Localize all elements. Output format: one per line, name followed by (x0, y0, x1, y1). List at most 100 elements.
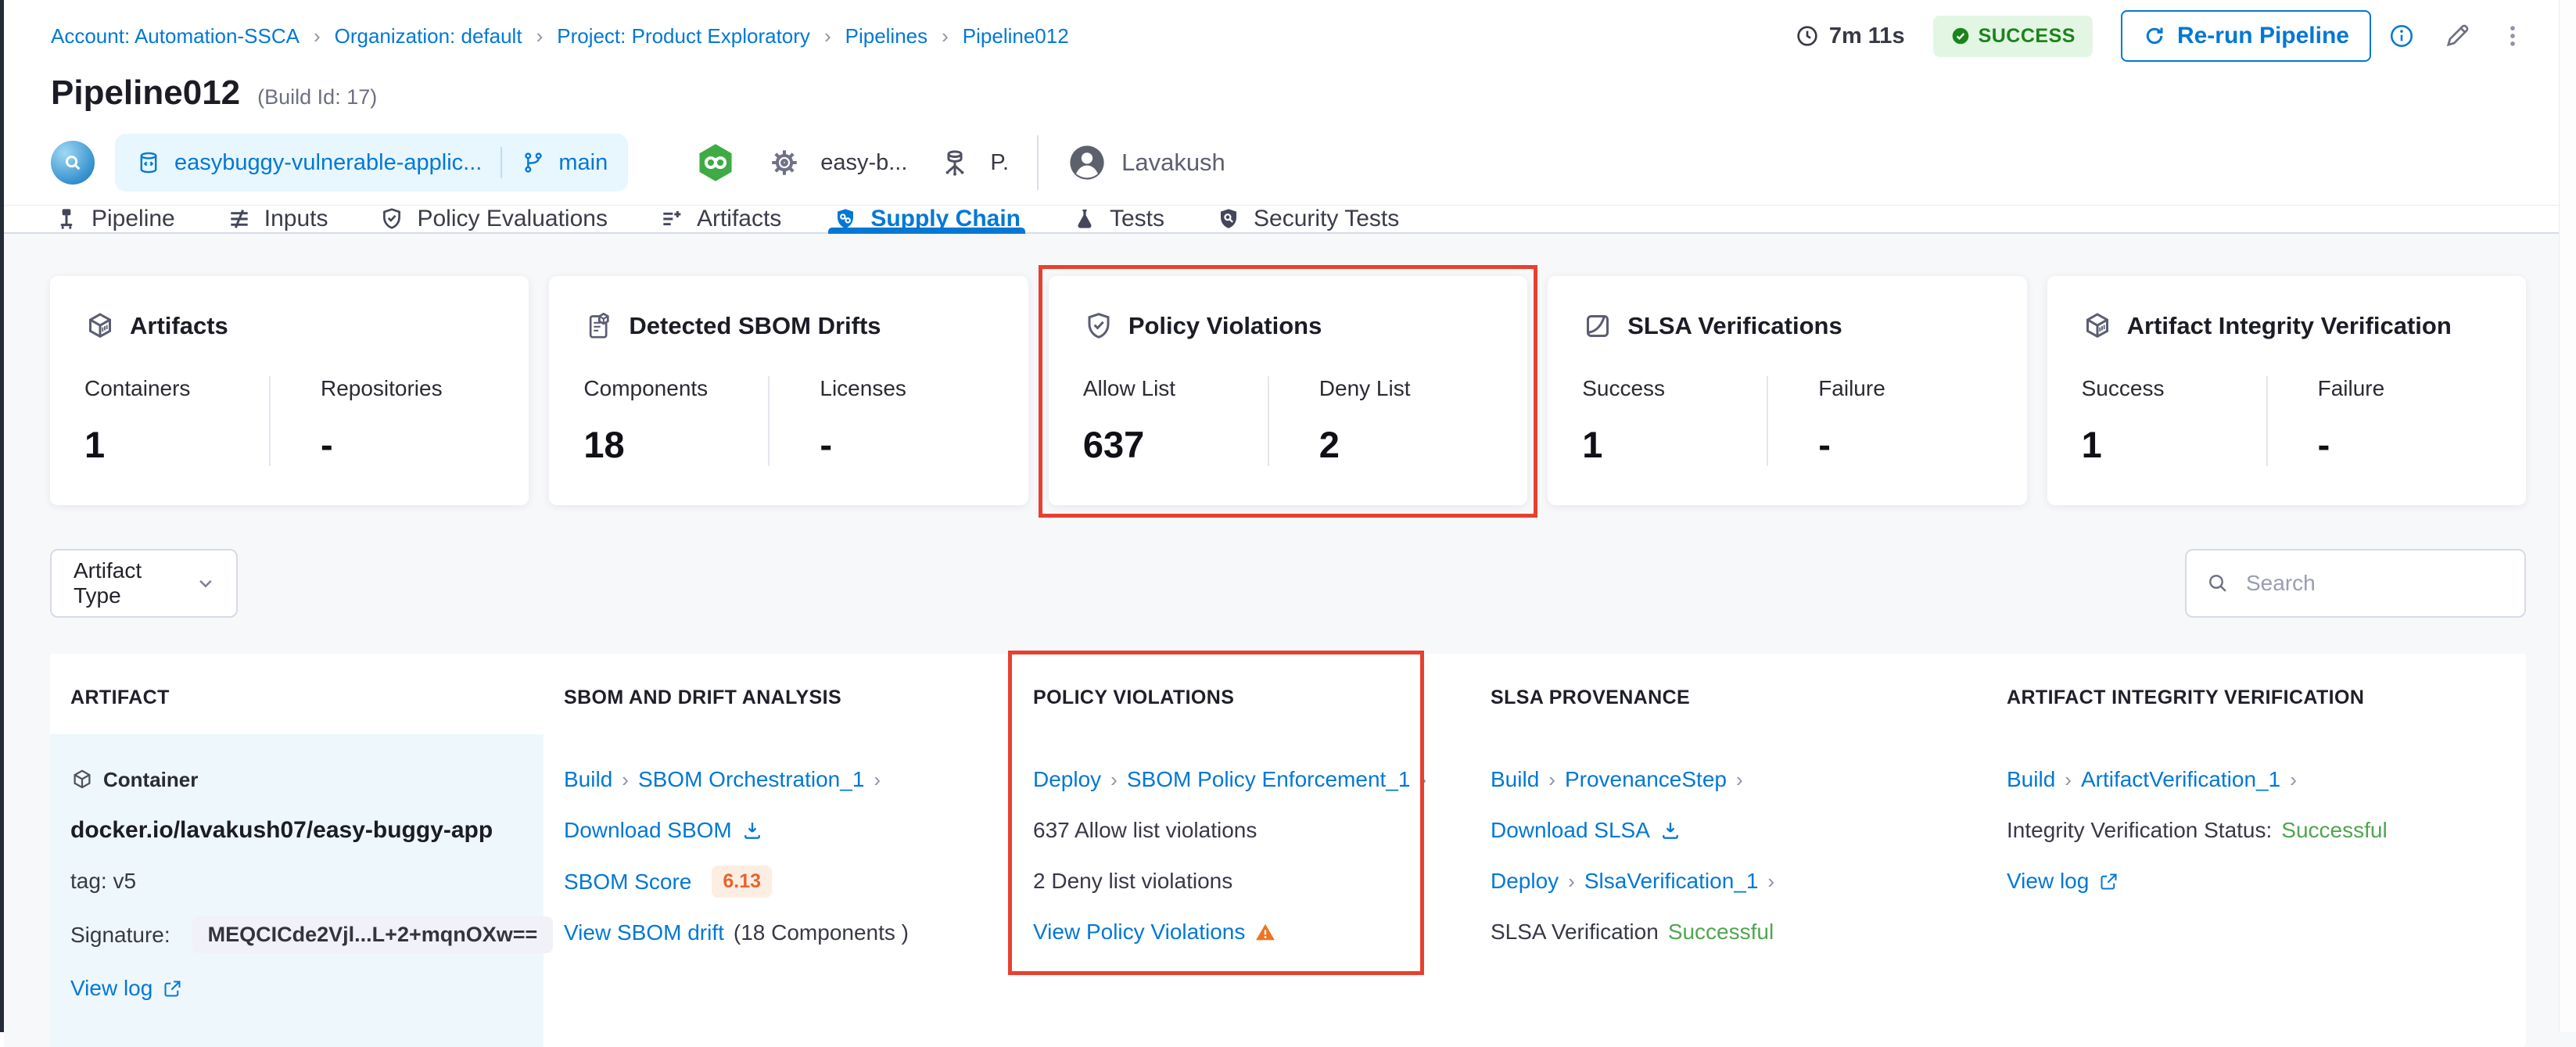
breadcrumb-account[interactable]: Account: Automation-SSCA (51, 24, 300, 48)
ci-hexagon-icon (694, 141, 737, 185)
chevron-down-icon (194, 572, 217, 595)
tab-inputs[interactable]: Inputs (227, 206, 328, 232)
user-name: Lavakush (1121, 149, 1225, 177)
stage-link[interactable]: Build (1491, 767, 1539, 792)
build-id: (Build Id: 17) (257, 85, 377, 109)
kebab-icon (2499, 23, 2526, 49)
more-options-button[interactable] (2499, 23, 2526, 49)
stat: Containers 1 (84, 376, 269, 466)
cube-icon (84, 310, 116, 342)
tab-label: Tests (1110, 206, 1164, 232)
trigger-pipeline-name[interactable]: easy-b... (820, 150, 907, 176)
integrity-verification-cell: Build ArtifactVerification_1 Integrity V… (1986, 734, 2526, 1047)
trigger-cluster: easy-b... P. (694, 141, 1009, 185)
tab-policy-evaluations[interactable]: Policy Evaluations (379, 206, 607, 232)
filter-bar: Artifact Type (50, 549, 2526, 618)
integrity-status-value: Successful (2281, 818, 2387, 843)
chevron-right-icon (536, 24, 544, 48)
clock-icon (1795, 23, 1820, 48)
stat: Success 1 (1582, 376, 1767, 466)
artifact-image-name: docker.io/lavakush07/easy-buggy-app (70, 817, 493, 844)
branch-name[interactable]: main (558, 150, 608, 176)
download-slsa-link[interactable]: Download SLSA (1491, 818, 1650, 843)
search-input[interactable] (2244, 570, 2506, 597)
card-sbom-drifts: Detected SBOM Drifts Components 18 Licen… (549, 276, 1028, 505)
run-info-button[interactable] (2388, 23, 2415, 49)
tab-security-tests[interactable]: Security Tests (1216, 206, 1399, 232)
pipeline-icon (54, 206, 79, 231)
shield-check-icon (1083, 310, 1114, 342)
artifacts-list-icon (659, 206, 684, 231)
card-title: Artifact Integrity Verification (2127, 312, 2452, 340)
page-title: Pipeline012 (51, 74, 240, 113)
tab-artifacts[interactable]: Artifacts (659, 206, 781, 232)
step-link[interactable]: SBOM Orchestration_1 (638, 767, 864, 792)
page: Account: Automation-SSCA Organization: d… (0, 0, 2576, 1032)
download-sbom-link[interactable]: Download SBOM (564, 818, 732, 843)
step-link[interactable]: ArtifactVerification_1 (2081, 767, 2280, 792)
repository-icon (135, 149, 162, 176)
divider (500, 147, 502, 178)
view-log-link[interactable]: View log (70, 976, 152, 1001)
repo-name[interactable]: easybuggy-vulnerable-applic... (174, 150, 482, 176)
chevron-right-icon (942, 24, 949, 48)
sbom-score-link[interactable]: SBOM Score (564, 870, 691, 895)
sbom-score-badge: 6.13 (712, 866, 772, 898)
codebase-pill[interactable]: easybuggy-vulnerable-applic... main (115, 134, 628, 192)
stat: Success 1 (2082, 376, 2266, 466)
view-log-link[interactable]: View log (2007, 869, 2089, 894)
breadcrumb-organization[interactable]: Organization: default (335, 24, 522, 48)
external-link-icon (162, 978, 183, 999)
search-icon (2205, 571, 2230, 596)
rerun-pipeline-button[interactable]: Re-run Pipeline (2121, 10, 2371, 62)
search-box[interactable] (2185, 549, 2526, 618)
breadcrumb-project[interactable]: Project: Product Exploratory (557, 24, 810, 48)
check-circle-icon (1950, 26, 1971, 46)
stage-link[interactable]: Deploy (1033, 767, 1101, 792)
edit-pipeline-button[interactable] (2443, 22, 2471, 50)
step-link[interactable]: SlsaVerification_1 (1584, 869, 1759, 894)
chevron-right-icon (1767, 869, 1774, 894)
slsa-status-value: Successful (1668, 920, 1774, 945)
tab-pipeline[interactable]: Pipeline (54, 206, 175, 232)
scrollbar-track[interactable] (2559, 0, 2576, 1032)
tab-label: Inputs (264, 206, 328, 232)
card-title: Detected SBOM Drifts (629, 312, 881, 340)
artifact-type-label: Artifact Type (74, 558, 194, 608)
breadcrumb-pipelines[interactable]: Pipelines (845, 24, 928, 48)
card-policy-violations: Policy Violations Allow List 637 Deny Li… (1049, 276, 1527, 505)
stage-link[interactable]: Deploy (1491, 869, 1559, 894)
status-text: SUCCESS (1979, 25, 2076, 48)
stage-link[interactable]: Build (564, 767, 612, 792)
artifact-type-dropdown[interactable]: Artifact Type (50, 549, 238, 618)
stage-link[interactable]: Build (2007, 767, 2055, 792)
step-link[interactable]: SBOM Policy Enforcement_1 (1127, 767, 1411, 792)
step-link[interactable]: ProvenanceStep (1565, 767, 1727, 792)
breadcrumb-row: Account: Automation-SSCA Organization: d… (51, 20, 2526, 52)
shield-check-icon (379, 206, 404, 231)
sbom-cell: Build SBOM Orchestration_1 Download SBOM… (544, 734, 1013, 1047)
column-header-artifact: ARTIFACT (50, 654, 544, 734)
policy-violations-cell: Deploy SBOM Policy Enforcement_1 637 All… (1013, 734, 1470, 1047)
chevron-right-icon (1736, 767, 1743, 792)
integrity-status-label: Integrity Verification Status: (2007, 818, 2272, 843)
warning-triangle-icon (1254, 921, 1276, 943)
pencil-icon (2443, 22, 2471, 50)
tab-tests[interactable]: Tests (1072, 206, 1164, 232)
view-policy-violations-link[interactable]: View Policy Violations (1033, 920, 1245, 945)
card-title: SLSA Verifications (1627, 312, 1842, 340)
card-title: Policy Violations (1128, 312, 1322, 340)
view-sbom-drift-link[interactable]: View SBOM drift (564, 920, 724, 945)
breadcrumb-pipeline012[interactable]: Pipeline012 (963, 24, 1069, 48)
chevron-right-icon (314, 24, 321, 48)
trigger-short-label[interactable]: P. (990, 150, 1009, 176)
card-slsa-verifications: SLSA Verifications Success 1 Failure - (1548, 276, 2026, 505)
title-row: Pipeline012 (Build Id: 17) (51, 74, 2526, 114)
tab-supply-chain[interactable]: Supply Chain (833, 206, 1021, 232)
signature-value: MEQCICde2Vjl...L+2+mqnOXw== (192, 916, 554, 953)
stat: Repositories - (269, 376, 494, 466)
slsa-icon (1582, 310, 1613, 342)
build-scan-icon (51, 141, 95, 185)
card-title: Artifacts (130, 312, 228, 340)
supply-chain-content: Artifacts Containers 1 Repositories - (4, 234, 2576, 1047)
